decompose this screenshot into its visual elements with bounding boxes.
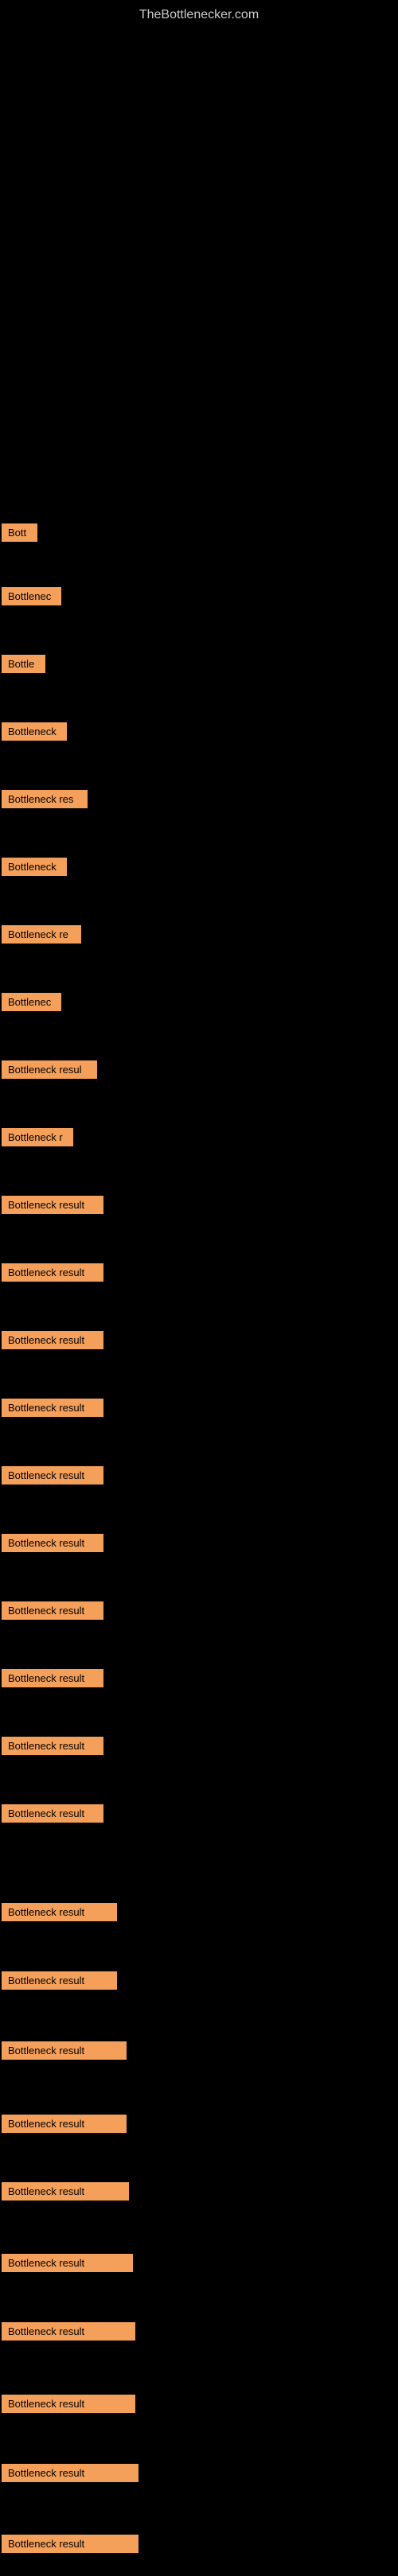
bottleneck-item: Bottleneck result: [2, 1669, 103, 1687]
bottleneck-item: Bottleneck result: [2, 1971, 117, 1990]
bottleneck-item: Bottleneck: [2, 722, 67, 741]
bottleneck-item: Bottlenec: [2, 993, 61, 1011]
bottleneck-item: Bottle: [2, 655, 45, 673]
bottleneck-item: Bottleneck result: [2, 2535, 139, 2553]
bottleneck-item: Bott: [2, 523, 37, 542]
bottleneck-item: Bottlenec: [2, 587, 61, 605]
site-title: TheBottlenecker.com: [0, 0, 398, 30]
bottleneck-item: Bottleneck result: [2, 1196, 103, 1214]
bottleneck-item: Bottleneck result: [2, 2322, 135, 2341]
bottleneck-item: Bottleneck result: [2, 1737, 103, 1755]
bottleneck-item: Bottleneck: [2, 858, 67, 876]
bottleneck-item: Bottleneck result: [2, 2395, 135, 2413]
bottleneck-item: Bottleneck result: [2, 1331, 103, 1349]
bottleneck-item: Bottleneck re: [2, 925, 81, 944]
bottleneck-item: Bottleneck result: [2, 1263, 103, 1282]
bottleneck-item: Bottleneck result: [2, 2041, 127, 2060]
bottleneck-item: Bottleneck res: [2, 790, 88, 808]
bottleneck-item: Bottleneck result: [2, 1399, 103, 1417]
bottleneck-item: Bottleneck resul: [2, 1060, 97, 1079]
bottleneck-item: Bottleneck result: [2, 2464, 139, 2482]
bottleneck-item: Bottleneck result: [2, 1804, 103, 1823]
bottleneck-item: Bottleneck result: [2, 1903, 117, 1921]
bottleneck-item: Bottleneck result: [2, 1534, 103, 1552]
bottleneck-item: Bottleneck result: [2, 1601, 103, 1620]
bottleneck-item: Bottleneck result: [2, 2115, 127, 2133]
bottleneck-item: Bottleneck result: [2, 2182, 129, 2200]
bottleneck-item: Bottleneck r: [2, 1128, 73, 1146]
bottleneck-item: Bottleneck result: [2, 2254, 133, 2272]
bottleneck-item: Bottleneck result: [2, 1466, 103, 1485]
